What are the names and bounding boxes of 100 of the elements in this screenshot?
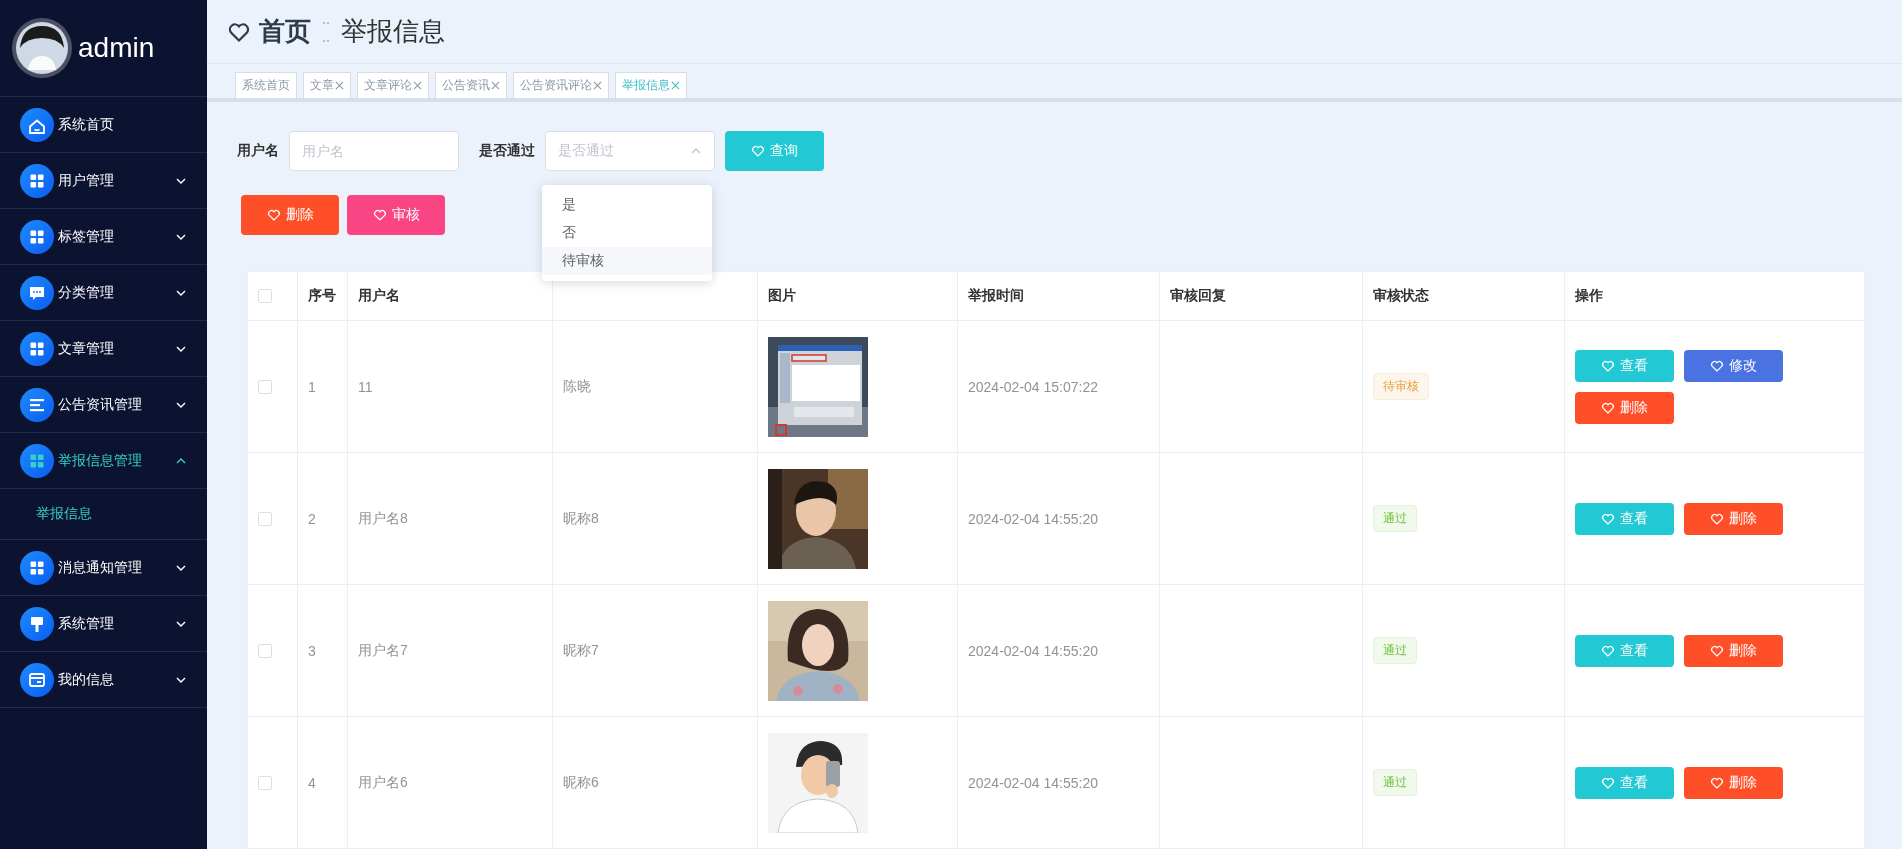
menu-item[interactable]: 举报信息管理 xyxy=(0,433,207,489)
table-cell: 2 xyxy=(308,510,316,527)
house-icon xyxy=(20,107,54,142)
column-header: 举报时间 xyxy=(968,287,1024,303)
edit-button[interactable]: 修改 xyxy=(1684,349,1783,382)
view-button[interactable]: 查看 xyxy=(1575,502,1674,535)
breadcrumb-separator xyxy=(323,21,329,42)
field-label: 用户名 xyxy=(237,142,279,160)
dropdown-option[interactable]: 待审核 xyxy=(542,247,712,275)
username: admin xyxy=(78,32,155,64)
delete-button[interactable]: 删除 xyxy=(1684,634,1783,667)
checkbox[interactable] xyxy=(258,379,272,394)
column-header: 序号 xyxy=(308,287,336,303)
search-button[interactable]: 查询 xyxy=(725,131,824,171)
grid-icon xyxy=(20,443,54,478)
column-header: 审核回复 xyxy=(1170,287,1226,303)
close-icon[interactable] xyxy=(671,81,680,90)
heart-icon xyxy=(751,144,765,158)
status-tag: 通过 xyxy=(1373,505,1417,532)
menu-item[interactable]: 公告资讯管理 xyxy=(0,377,207,433)
username-field[interactable]: 用户名 xyxy=(289,131,459,171)
close-icon[interactable] xyxy=(413,81,422,90)
heart-icon xyxy=(1601,358,1615,373)
review-button[interactable]: 审核 xyxy=(347,195,445,235)
tab[interactable]: 文章 xyxy=(303,72,351,98)
column-header: 用户名 xyxy=(358,287,400,303)
table-cell: 4 xyxy=(308,774,316,791)
grid-icon xyxy=(20,550,54,585)
status-tag: 通过 xyxy=(1373,769,1417,796)
field-label: 是否通过 xyxy=(479,142,535,160)
checkbox[interactable] xyxy=(258,289,272,303)
heart-icon xyxy=(1710,643,1724,658)
delete-button[interactable]: 删除 xyxy=(1684,502,1783,535)
view-button[interactable]: 查看 xyxy=(1575,634,1674,667)
brush-icon xyxy=(20,606,54,641)
menu-item[interactable]: 文章管理 xyxy=(0,321,207,377)
table-cell: 昵称8 xyxy=(563,509,599,526)
menu-item[interactable]: 我的信息 xyxy=(0,652,207,708)
table-cell: 陈晓 xyxy=(563,377,591,394)
checkbox[interactable] xyxy=(258,511,272,526)
column-header: 审核状态 xyxy=(1373,287,1429,303)
heart-icon xyxy=(372,208,387,222)
table-cell: 1 xyxy=(308,378,316,395)
card-icon xyxy=(20,662,54,697)
view-button[interactable]: 查看 xyxy=(1575,349,1674,382)
table-cell: 用户名8 xyxy=(358,509,408,526)
status-tag: 待审核 xyxy=(1373,373,1429,400)
heart-icon xyxy=(1710,775,1724,790)
heart-icon xyxy=(1710,358,1724,373)
menu-item[interactable]: 用户管理 xyxy=(0,153,207,209)
dropdown-option[interactable]: 是 xyxy=(542,191,712,219)
column-header: 图片 xyxy=(768,287,796,303)
tab[interactable]: 举报信息 xyxy=(615,72,687,98)
heart-icon xyxy=(1601,400,1615,415)
table-cell: 2024-02-04 14:55:20 xyxy=(968,774,1098,791)
delete-button[interactable]: 删除 xyxy=(1684,766,1783,799)
grid-icon xyxy=(20,331,54,366)
chat-icon xyxy=(20,275,54,310)
heart-icon xyxy=(1601,775,1615,790)
lines-icon xyxy=(20,387,54,422)
table-cell: 2024-02-04 14:55:20 xyxy=(968,642,1098,659)
table-cell: 2024-02-04 15:07:22 xyxy=(968,378,1098,395)
heart-icon xyxy=(1601,643,1615,658)
delete-button[interactable]: 删除 xyxy=(241,195,339,235)
table-cell: 用户名7 xyxy=(358,641,408,658)
breadcrumb-home[interactable]: 首页 xyxy=(259,14,311,49)
heart-icon xyxy=(266,208,281,222)
submenu-item[interactable]: 举报信息 xyxy=(0,489,207,540)
tab[interactable]: 系统首页 xyxy=(235,72,297,98)
menu-item[interactable]: 标签管理 xyxy=(0,209,207,265)
close-icon[interactable] xyxy=(593,81,602,90)
table-cell: 2024-02-04 14:55:20 xyxy=(968,510,1098,527)
grid-icon xyxy=(20,219,54,254)
menu-item[interactable]: 系统管理 xyxy=(0,596,207,652)
column-header: 操作 xyxy=(1575,287,1603,303)
status-tag: 通过 xyxy=(1373,637,1417,664)
view-button[interactable]: 查看 xyxy=(1575,766,1674,799)
tab[interactable]: 文章评论 xyxy=(357,72,429,98)
breadcrumb-current: 举报信息 xyxy=(341,15,445,48)
table-cell: 用户名6 xyxy=(358,773,408,790)
table-cell: 3 xyxy=(308,642,316,659)
menu-item[interactable]: 分类管理 xyxy=(0,265,207,321)
delete-button[interactable]: 删除 xyxy=(1575,391,1674,424)
table-cell: 昵称6 xyxy=(563,773,599,790)
close-icon[interactable] xyxy=(491,81,500,90)
heart-icon xyxy=(1601,511,1615,526)
dropdown-option[interactable]: 否 xyxy=(542,219,712,247)
heart-icon xyxy=(1710,511,1724,526)
checkbox[interactable] xyxy=(258,643,272,658)
menu-item[interactable]: 消息通知管理 xyxy=(0,540,207,596)
grid-icon xyxy=(20,163,54,198)
checkbox[interactable] xyxy=(258,775,272,790)
tab[interactable]: 公告资讯 xyxy=(435,72,507,98)
table-cell: 11 xyxy=(358,378,373,395)
avatar-icon xyxy=(12,18,72,78)
passed-select[interactable]: 是否通过 xyxy=(545,131,715,171)
tab[interactable]: 公告资讯评论 xyxy=(513,72,609,98)
table-cell: 昵称7 xyxy=(563,641,599,658)
menu-item[interactable]: 系统首页 xyxy=(0,97,207,153)
close-icon[interactable] xyxy=(335,81,344,90)
